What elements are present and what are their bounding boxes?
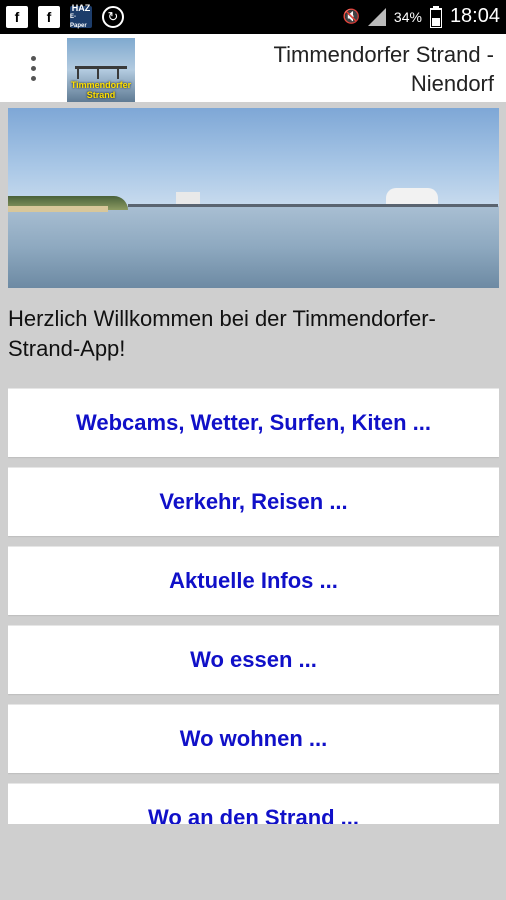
- menu-list: Webcams, Wetter, Surfen, Kiten ... Verke…: [8, 380, 499, 824]
- haz-app-icon: HAZ E-Paper: [70, 2, 92, 29]
- clock: 18:04: [449, 5, 500, 27]
- overflow-menu-icon[interactable]: [18, 50, 48, 86]
- mute-icon: 🔇: [342, 8, 360, 24]
- menu-item-strand[interactable]: Wo an den Strand ...: [8, 783, 499, 824]
- signal-icon: [367, 7, 386, 26]
- logo-text: Timmendorfer Strand: [70, 80, 132, 100]
- app-bar: Timmendorfer Strand Timmendorfer Strand …: [0, 34, 506, 102]
- welcome-text: Herzlich Willkommen bei der Timmendorfer…: [8, 306, 436, 361]
- facebook-icon: f: [6, 6, 28, 28]
- page-title: Timmendorfer Strand - Niendorf: [273, 42, 494, 96]
- menu-item-webcams[interactable]: Webcams, Wetter, Surfen, Kiten ...: [8, 388, 499, 457]
- menu-item-infos[interactable]: Aktuelle Infos ...: [8, 546, 499, 615]
- hero-image: [8, 108, 499, 288]
- facebook-icon: f: [38, 6, 60, 28]
- battery-percent: 34%: [393, 8, 422, 25]
- status-bar: f f HAZ E-Paper ↻ 🔇 34% 18:04: [0, 0, 506, 34]
- app-logo: Timmendorfer Strand: [67, 38, 135, 102]
- sync-icon: ↻: [102, 6, 124, 28]
- menu-item-verkehr[interactable]: Verkehr, Reisen ...: [8, 467, 499, 536]
- menu-item-essen[interactable]: Wo essen ...: [8, 625, 499, 694]
- battery-icon: [429, 5, 442, 28]
- menu-item-wohnen[interactable]: Wo wohnen ...: [8, 704, 499, 773]
